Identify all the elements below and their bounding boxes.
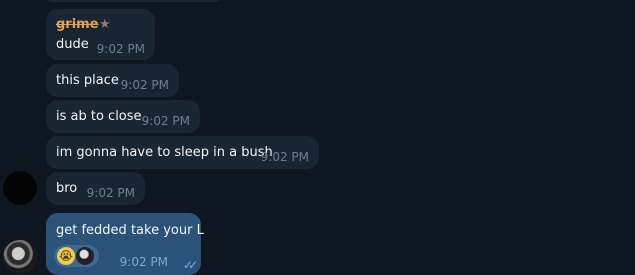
message-text: is ab to close	[56, 109, 142, 124]
reactor-avatar	[76, 247, 94, 265]
message-time: 9:02 PM	[260, 150, 309, 164]
message-bubble[interactable]: this place 9:02 PM	[46, 64, 179, 97]
message-bubble[interactable]: get fedded take your L 😭 9:02 PM ✓✓	[46, 213, 204, 275]
crying-emoji-reaction[interactable]: 😭	[57, 247, 75, 265]
message-text: this place	[56, 73, 119, 88]
message-text: dude	[56, 37, 89, 52]
message-time: 9:02 PM	[96, 42, 145, 56]
message-bubble[interactable]: im gonna have to sleep in a bush 9:02 PM	[46, 136, 319, 169]
avatar[interactable]	[3, 240, 37, 274]
reaction-bar[interactable]: 😭	[54, 245, 99, 267]
message-text: get fedded take your L	[56, 223, 204, 238]
message-text: bro	[56, 181, 78, 196]
avatar[interactable]	[3, 171, 37, 205]
message-time: 9:02 PM	[86, 186, 135, 200]
previous-message-bubble	[46, 0, 221, 2]
message-time: 9:02 PM	[120, 78, 169, 92]
message-bubble[interactable]: bro 9:02 PM	[46, 172, 145, 205]
message-time: 9:02 PM	[141, 114, 190, 128]
message-bubble[interactable]: is ab to close 9:02 PM	[46, 100, 200, 133]
sender-name[interactable]: grime	[56, 17, 99, 32]
message-text: im gonna have to sleep in a bush	[56, 145, 273, 160]
message-time: 9:02 PM	[119, 255, 168, 269]
message-bubble[interactable]: grime ★ dude 9:02 PM	[46, 9, 155, 60]
star-icon: ★	[99, 17, 111, 32]
